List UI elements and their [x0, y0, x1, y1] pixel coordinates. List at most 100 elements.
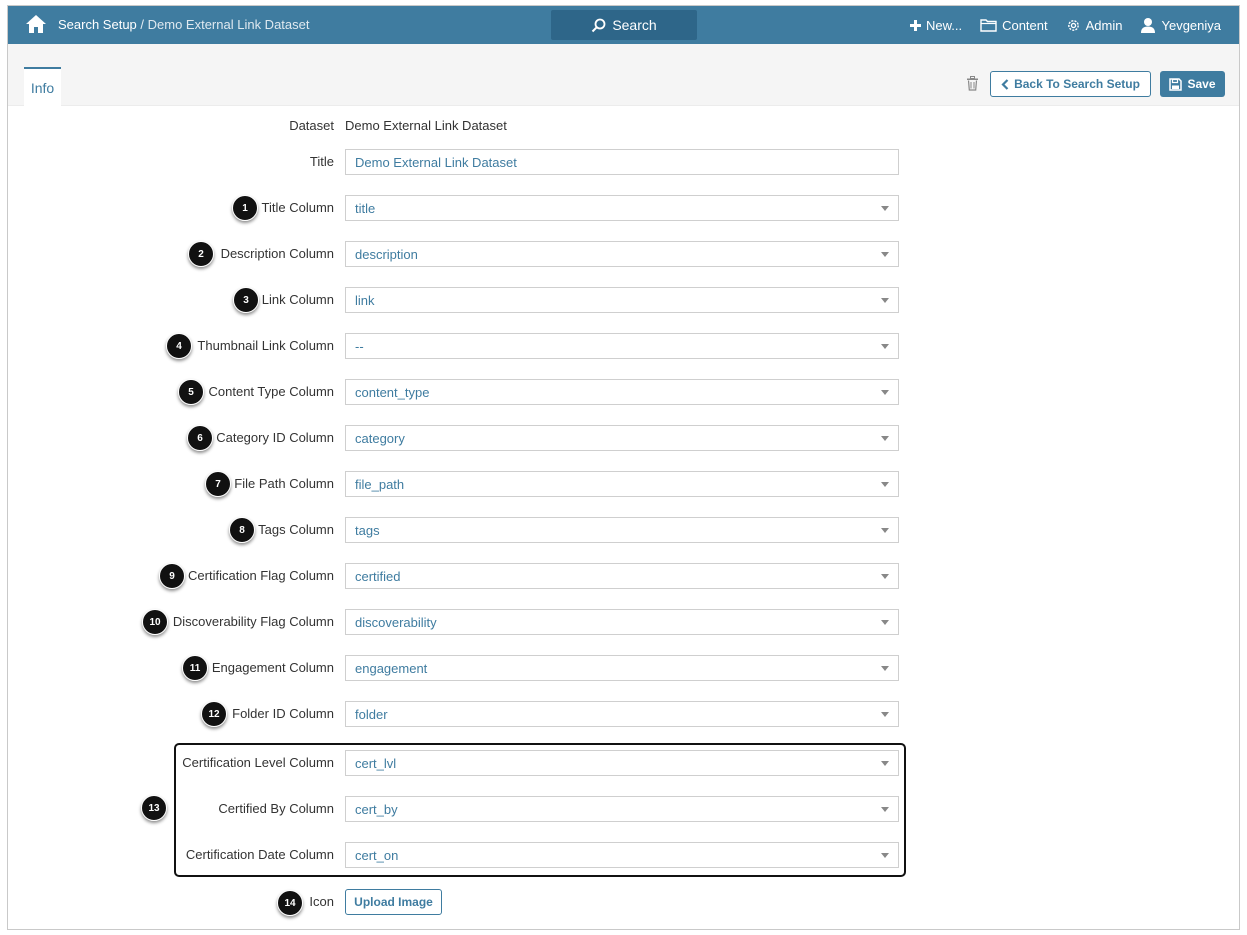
engagement-column-row: 11 Engagement Column engagement — [8, 655, 1239, 681]
title-row: Title Demo External Link Dataset — [8, 149, 1239, 175]
step-badge: 10 — [142, 609, 168, 635]
new-menu[interactable]: New... — [909, 18, 962, 33]
search-label: Search — [612, 17, 657, 33]
step-badge: 2 — [188, 241, 214, 267]
category-id-column-row: 6 Category ID Column category — [8, 425, 1239, 451]
field-label: Category ID Column — [216, 430, 334, 445]
select-value: -- — [355, 339, 364, 354]
caret-down-icon — [881, 574, 889, 579]
title-input[interactable]: Demo External Link Dataset — [345, 149, 899, 175]
chevron-left-icon — [1001, 78, 1009, 90]
step-badge: 4 — [166, 333, 192, 359]
caret-down-icon — [881, 298, 889, 303]
dataset-row: Dataset Demo External Link Dataset — [8, 113, 1239, 139]
user-label: Yevgeniya — [1161, 17, 1221, 33]
field-label: Title Column — [261, 200, 334, 215]
folder-icon — [980, 19, 997, 32]
select-value: category — [355, 431, 405, 446]
breadcrumb: Search Setup / Demo External Link Datase… — [58, 17, 309, 32]
icon-row: 14 Icon Upload Image — [8, 889, 1239, 916]
caret-down-icon — [881, 344, 889, 349]
title-column-select[interactable]: title — [345, 195, 899, 221]
breadcrumb-separator: / — [136, 17, 148, 32]
file-path-column-row: 7 File Path Column file_path — [8, 471, 1239, 497]
link-column-row: 3 Link Column link — [8, 287, 1239, 313]
caret-down-icon — [881, 620, 889, 625]
search-icon — [592, 18, 606, 32]
certification-level-column-row: Certification Level Column cert_lvl — [8, 750, 1239, 776]
file-path-column-select[interactable]: file_path — [345, 471, 899, 497]
caret-down-icon — [881, 482, 889, 487]
caret-down-icon — [881, 712, 889, 717]
save-button[interactable]: Save — [1160, 71, 1225, 97]
title-column-row: 1 Title Column title — [8, 195, 1239, 221]
tags-column-select[interactable]: tags — [345, 517, 899, 543]
certification-flag-column-select[interactable]: certified — [345, 563, 899, 589]
search-button[interactable]: Search — [551, 10, 697, 40]
plus-icon — [909, 19, 921, 31]
field-label: Certification Date Column — [185, 847, 334, 862]
tags-column-row: 8 Tags Column tags — [8, 517, 1239, 543]
caret-down-icon — [881, 528, 889, 533]
field-label: Tags Column — [258, 522, 334, 537]
content-menu[interactable]: Content — [980, 18, 1048, 33]
step-badge: 1 — [232, 195, 258, 221]
certification-date-column-row: Certification Date Column cert_on — [8, 842, 1239, 868]
select-value: engagement — [355, 661, 428, 676]
field-label: Link Column — [261, 292, 334, 307]
user-menu[interactable]: Yevgeniya — [1140, 17, 1221, 33]
step-badge: 8 — [229, 517, 255, 543]
field-label: Certification Level Column — [182, 755, 334, 770]
description-column-select[interactable]: description — [345, 241, 899, 267]
select-value: link — [355, 293, 375, 308]
step-badge: 14 — [277, 890, 303, 916]
caret-down-icon — [881, 666, 889, 671]
caret-down-icon — [881, 853, 889, 858]
content-label: Content — [1002, 17, 1048, 33]
step-badge: 12 — [201, 701, 227, 727]
gear-icon — [1067, 19, 1079, 31]
back-label: Back To Search Setup — [1014, 77, 1140, 91]
select-value: file_path — [355, 477, 405, 492]
field-label: Engagement Column — [211, 660, 334, 675]
discoverability-flag-column-select[interactable]: discoverability — [345, 609, 899, 635]
upload-image-button[interactable]: Upload Image — [345, 889, 442, 915]
select-value: folder — [355, 707, 388, 722]
step-badge: 9 — [159, 563, 185, 589]
folder-id-column-select[interactable]: folder — [345, 701, 899, 727]
caret-down-icon — [881, 761, 889, 766]
home-icon[interactable] — [25, 14, 47, 34]
field-label: Certification Flag Column — [188, 568, 334, 583]
caret-down-icon — [881, 436, 889, 441]
back-to-search-setup-button[interactable]: Back To Search Setup — [990, 71, 1151, 97]
dataset-label: Dataset — [289, 118, 334, 133]
discoverability-flag-column-row: 10 Discoverability Flag Column discovera… — [8, 609, 1239, 635]
field-label: Content Type Column — [208, 384, 335, 399]
floppy-disk-icon — [1169, 77, 1183, 91]
admin-label: Admin — [1085, 17, 1123, 33]
top-nav-right: New... Content Admin Yevgeniya — [909, 6, 1239, 44]
top-navigation-bar: Search Setup / Demo External Link Datase… — [8, 6, 1239, 44]
select-value: title — [355, 201, 376, 216]
category-id-column-select[interactable]: category — [345, 425, 899, 451]
select-value: cert_by — [355, 802, 398, 817]
link-column-select[interactable]: link — [345, 287, 899, 313]
step-badge: 7 — [205, 471, 231, 497]
admin-menu[interactable]: Admin — [1066, 17, 1123, 33]
trash-icon[interactable] — [966, 76, 979, 91]
select-value: description — [355, 247, 418, 262]
tab-info[interactable]: Info — [24, 67, 61, 106]
content-type-column-select[interactable]: content_type — [345, 379, 899, 405]
breadcrumb-root[interactable]: Search Setup — [58, 17, 137, 32]
caret-down-icon — [881, 390, 889, 395]
select-value: discoverability — [355, 615, 437, 630]
caret-down-icon — [881, 252, 889, 257]
engagement-column-select[interactable]: engagement — [345, 655, 899, 681]
step-badge: 5 — [178, 379, 204, 405]
certified-by-column-select[interactable]: cert_by — [345, 796, 899, 822]
select-value: tags — [355, 523, 380, 538]
certification-date-column-select[interactable]: cert_on — [345, 842, 899, 868]
description-column-row: 2 Description Column description — [8, 241, 1239, 267]
certification-level-column-select[interactable]: cert_lvl — [345, 750, 899, 776]
thumbnail-link-column-select[interactable]: -- — [345, 333, 899, 359]
